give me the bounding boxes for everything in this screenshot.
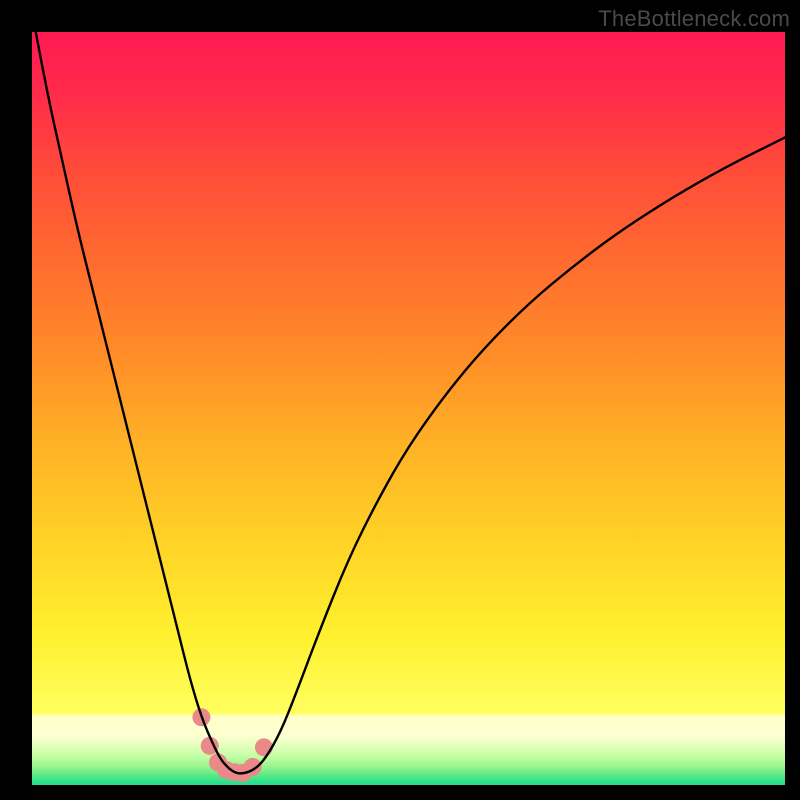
gradient-background — [32, 32, 785, 785]
chart-frame: TheBottleneck.com — [0, 0, 800, 800]
bottleneck-chart — [0, 0, 800, 800]
highlight-point — [255, 738, 273, 756]
watermark-text: TheBottleneck.com — [598, 6, 790, 32]
